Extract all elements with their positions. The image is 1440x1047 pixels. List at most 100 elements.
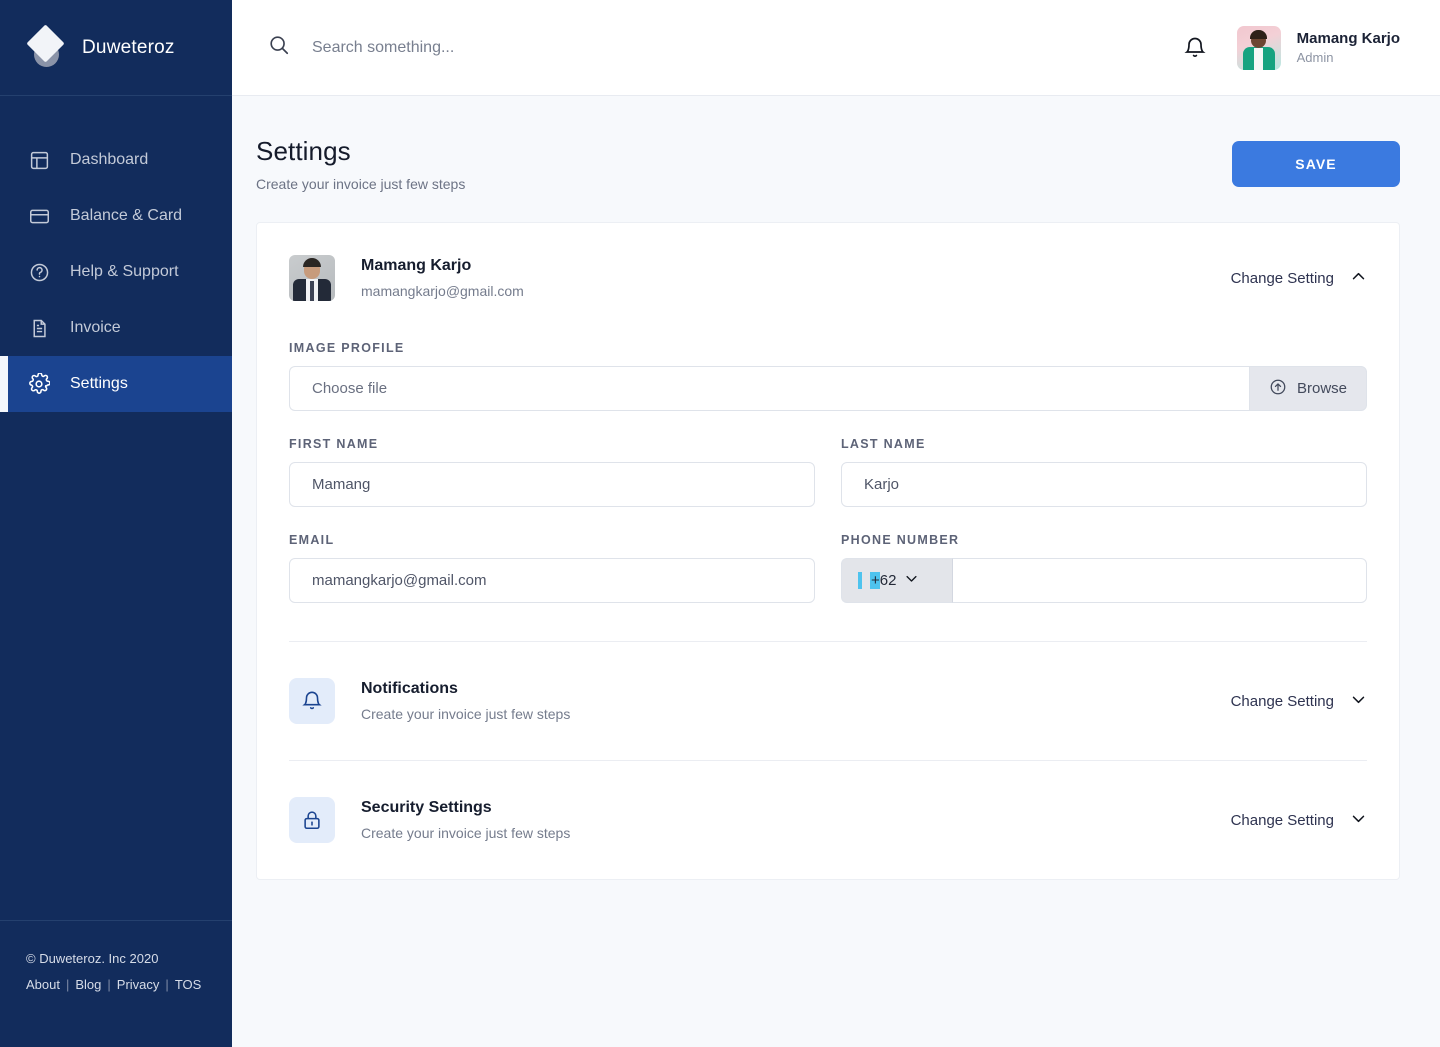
browse-label: Browse xyxy=(1296,380,1348,397)
credit-card-icon xyxy=(26,203,52,229)
save-button[interactable]: SAVE xyxy=(1232,141,1400,187)
first-name-input[interactable] xyxy=(289,462,815,507)
user-name: Mamang Karjo xyxy=(1296,29,1400,47)
image-profile-input[interactable] xyxy=(289,366,1249,411)
email-label: EMAIL xyxy=(289,533,335,547)
sidebar-item-help-support[interactable]: Help & Support xyxy=(0,244,232,300)
bell-icon[interactable] xyxy=(1183,36,1207,60)
image-profile-label: IMAGE PROFILE xyxy=(289,341,405,355)
profile-name: Mamang Karjo xyxy=(361,257,472,274)
topbar: Mamang Karjo Admin xyxy=(232,0,1440,96)
country-code-value: +62 xyxy=(870,572,897,589)
footer-separator: | xyxy=(107,977,111,992)
page-title: Settings xyxy=(256,136,351,166)
sidebar-item-label: Help & Support xyxy=(70,263,179,280)
avatar xyxy=(1236,25,1281,70)
diamond-logo-icon xyxy=(26,23,66,68)
sidebar-item-settings[interactable]: Settings xyxy=(0,356,232,412)
settings-card: Mamang Karjo mamangkarjo@gmail.com Chang… xyxy=(256,222,1400,880)
change-setting-security-button[interactable]: Change Setting xyxy=(1231,810,1367,831)
chevron-down-icon xyxy=(904,571,919,590)
phone-number-input[interactable] xyxy=(953,558,1367,603)
sidebar-item-dashboard[interactable]: Dashboard xyxy=(0,132,232,188)
first-name-label: FIRST NAME xyxy=(289,437,379,451)
sidebar-item-label: Invoice xyxy=(70,319,121,336)
profile-form: IMAGE PROFILE Browse xyxy=(289,341,1367,641)
security-settings-row: Security Settings Create your invoice ju… xyxy=(289,761,1367,879)
last-name-field: LAST NAME xyxy=(841,437,1367,507)
sidebar-item-balance-card[interactable]: Balance & Card xyxy=(0,188,232,244)
text-selection-caret xyxy=(858,572,862,589)
sidebar: Duweteroz Dashboard Balance & Card Help … xyxy=(0,0,232,1047)
phone-number-field: PHONE NUMBER +62 xyxy=(841,533,1367,603)
footer-separator: | xyxy=(65,977,70,992)
notifications-subtitle: Create your invoice just few steps xyxy=(361,706,571,722)
sidebar-item-label: Balance & Card xyxy=(70,207,183,224)
footer-separator: | xyxy=(165,977,169,992)
sidebar-footer: © Duweteroz. Inc 2020 About | Blog | Pri… xyxy=(0,920,232,1047)
question-circle-icon xyxy=(26,259,52,285)
change-setting-label: Change Setting xyxy=(1230,692,1334,710)
notifications-row: Notifications Create your invoice just f… xyxy=(289,642,1367,760)
change-setting-label: Change Setting xyxy=(1230,811,1334,829)
security-settings-subtitle: Create your invoice just few steps xyxy=(361,825,571,841)
page-header: Settings Create your invoice just few st… xyxy=(256,136,1400,192)
change-setting-label: Change Setting xyxy=(1230,269,1334,287)
profile-identity: Mamang Karjo mamangkarjo@gmail.com xyxy=(289,255,524,301)
page-subtitle: Create your invoice just few steps xyxy=(256,176,466,192)
topbar-right: Mamang Karjo Admin xyxy=(1183,25,1400,70)
search-icon xyxy=(268,34,290,61)
search-bar[interactable] xyxy=(268,34,1183,61)
app-root: Duweteroz Dashboard Balance & Card Help … xyxy=(0,0,1440,1047)
image-profile-field: IMAGE PROFILE Browse xyxy=(289,341,1367,411)
chevron-up-icon xyxy=(1350,268,1367,289)
last-name-input[interactable] xyxy=(841,462,1367,507)
phone-input-group: +62 xyxy=(841,558,1367,603)
notifications-text: Notifications Create your invoice just f… xyxy=(361,680,570,722)
name-row: FIRST NAME LAST NAME xyxy=(289,411,1367,507)
first-name-field: FIRST NAME xyxy=(289,437,815,507)
profile-header-row: Mamang Karjo mamangkarjo@gmail.com Chang… xyxy=(289,223,1367,315)
page-heading-group: Settings Create your invoice just few st… xyxy=(256,136,465,192)
profile-text: Mamang Karjo mamangkarjo@gmail.com xyxy=(361,257,524,299)
user-role: Admin xyxy=(1296,49,1334,65)
document-icon xyxy=(26,315,52,341)
profile-avatar xyxy=(289,255,335,301)
content: Settings Create your invoice just few st… xyxy=(232,96,1440,1047)
brand[interactable]: Duweteroz xyxy=(0,0,232,96)
sidebar-item-invoice[interactable]: Invoice xyxy=(0,300,232,356)
footer-links: About | Blog | Privacy | TOS xyxy=(26,977,232,992)
email-field: EMAIL xyxy=(289,533,815,603)
copyright-text: © Duweteroz. Inc 2020 xyxy=(26,951,159,966)
chevron-down-icon xyxy=(1350,691,1367,712)
email-input[interactable] xyxy=(289,558,815,603)
last-name-label: LAST NAME xyxy=(841,437,926,451)
chevron-down-icon xyxy=(1350,810,1367,831)
layout-dashboard-icon xyxy=(26,147,52,173)
phone-number-label: PHONE NUMBER xyxy=(841,533,960,547)
profile-email: mamangkarjo@gmail.com xyxy=(361,283,524,299)
footer-link-about[interactable]: About xyxy=(26,977,60,992)
sidebar-item-label: Dashboard xyxy=(70,151,149,168)
main-area: Mamang Karjo Admin Settings Create your … xyxy=(232,0,1440,1047)
contact-row: EMAIL PHONE NUMBER +62 xyxy=(289,507,1367,603)
upload-circle-icon xyxy=(1269,378,1287,400)
brand-name: Duweteroz xyxy=(82,36,175,58)
security-settings-text: Security Settings Create your invoice ju… xyxy=(361,799,570,841)
gear-icon xyxy=(26,371,52,397)
browse-button[interactable]: Browse xyxy=(1249,366,1367,411)
notifications-title: Notifications xyxy=(361,680,458,697)
sidebar-nav: Dashboard Balance & Card Help & Support … xyxy=(0,96,232,920)
notifications-info: Notifications Create your invoice just f… xyxy=(289,678,570,724)
change-setting-notifications-button[interactable]: Change Setting xyxy=(1231,691,1367,712)
change-setting-profile-button[interactable]: Change Setting xyxy=(1231,268,1367,289)
file-input-group: Browse xyxy=(289,366,1367,411)
footer-link-blog[interactable]: Blog xyxy=(75,977,101,992)
country-code-select[interactable]: +62 xyxy=(841,558,953,603)
footer-link-privacy[interactable]: Privacy xyxy=(117,977,160,992)
user-menu[interactable]: Mamang Karjo Admin xyxy=(1236,25,1400,70)
footer-link-tos[interactable]: TOS xyxy=(175,977,202,992)
user-info: Mamang Karjo Admin xyxy=(1297,29,1400,67)
search-input[interactable] xyxy=(312,38,732,57)
lock-icon xyxy=(289,797,335,843)
